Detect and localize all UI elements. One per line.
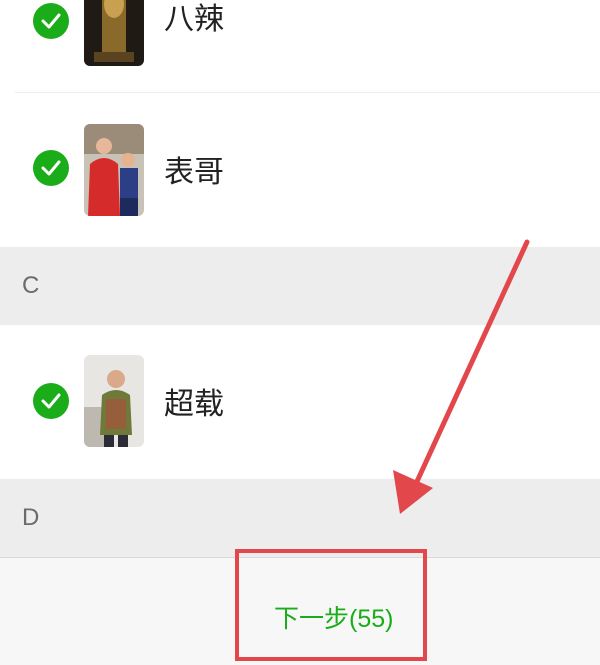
contact-row[interactable]: 八辣 bbox=[0, 0, 600, 92]
avatar bbox=[84, 124, 144, 216]
contact-name: 表哥 bbox=[164, 155, 224, 190]
contact-select-screen: 八辣 表哥 C 超载 D 下一步(55) bbox=[0, 0, 600, 665]
avatar bbox=[84, 0, 144, 66]
section-header: C bbox=[0, 247, 600, 325]
contact-row[interactable]: 超载 bbox=[0, 325, 600, 479]
contact-name: 超载 bbox=[164, 387, 224, 422]
section-letter: C bbox=[22, 272, 40, 299]
section-header: D bbox=[0, 479, 600, 557]
checkmark-icon[interactable] bbox=[33, 150, 69, 186]
section-letter: D bbox=[22, 504, 40, 531]
contact-row[interactable]: 表哥 bbox=[0, 93, 600, 247]
checkmark-icon[interactable] bbox=[33, 383, 69, 419]
avatar bbox=[84, 355, 144, 447]
contact-name: 八辣 bbox=[164, 2, 224, 37]
checkmark-icon[interactable] bbox=[33, 3, 69, 39]
next-step-button[interactable] bbox=[235, 549, 427, 661]
